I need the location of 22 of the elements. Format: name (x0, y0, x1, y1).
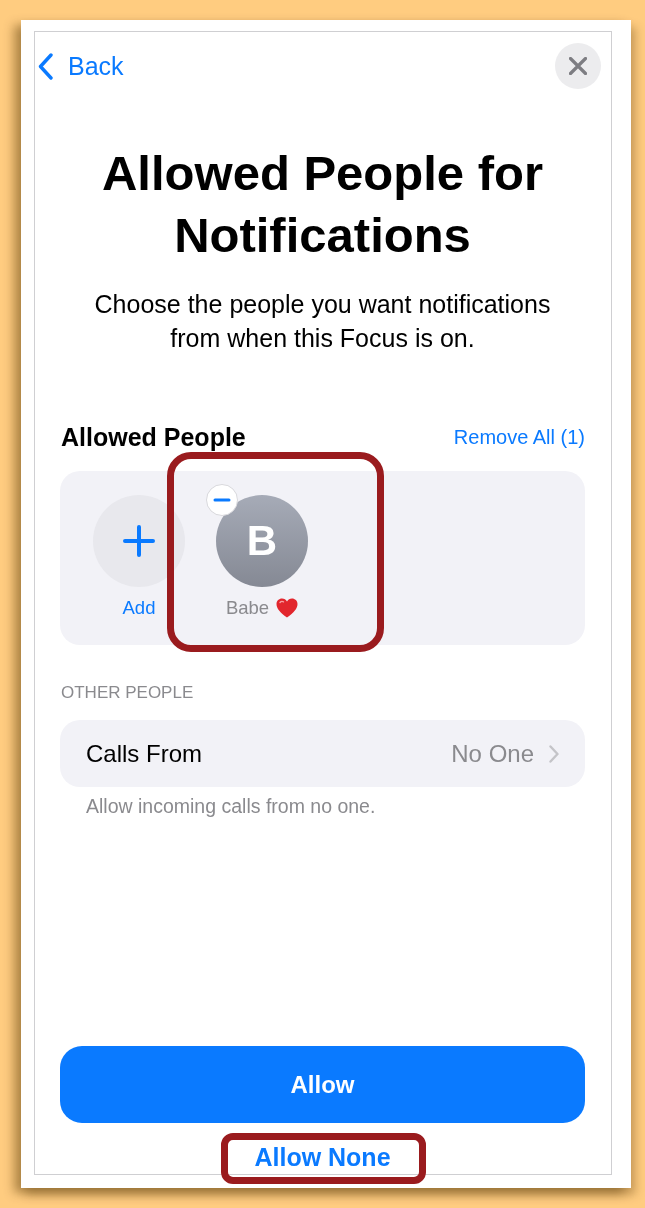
allow-none-button[interactable]: Allow None (254, 1142, 391, 1172)
add-label: Add (122, 598, 156, 618)
section-heading: OTHER PEOPLE (61, 682, 195, 704)
back-chevron-icon (38, 52, 53, 80)
footnote-text: Allow incoming calls from no one. (86, 794, 377, 818)
remove-contact-icon[interactable] (206, 484, 238, 516)
contact-name: Babe (225, 598, 270, 618)
row-label: Calls From (86, 738, 202, 769)
back-button[interactable]: Back (38, 51, 124, 81)
close-icon (569, 57, 587, 75)
page-title: Allowed People for Notifications (100, 145, 545, 264)
contact-avatar[interactable]: B (216, 495, 308, 587)
calls-from-row[interactable]: Calls From No One (60, 720, 585, 787)
allow-button[interactable]: Allow (60, 1046, 585, 1123)
chevron-icon (549, 744, 559, 763)
plus-icon (123, 525, 155, 557)
remove-all-link[interactable]: Remove All (1) (453, 425, 585, 449)
heart-icon (276, 598, 299, 618)
close-button[interactable] (555, 43, 601, 89)
section-heading: Allowed People (61, 422, 246, 452)
page-subtitle: Choose the people you want notifications from when this Focus is on. (93, 289, 552, 354)
row-value: No One (451, 738, 534, 769)
